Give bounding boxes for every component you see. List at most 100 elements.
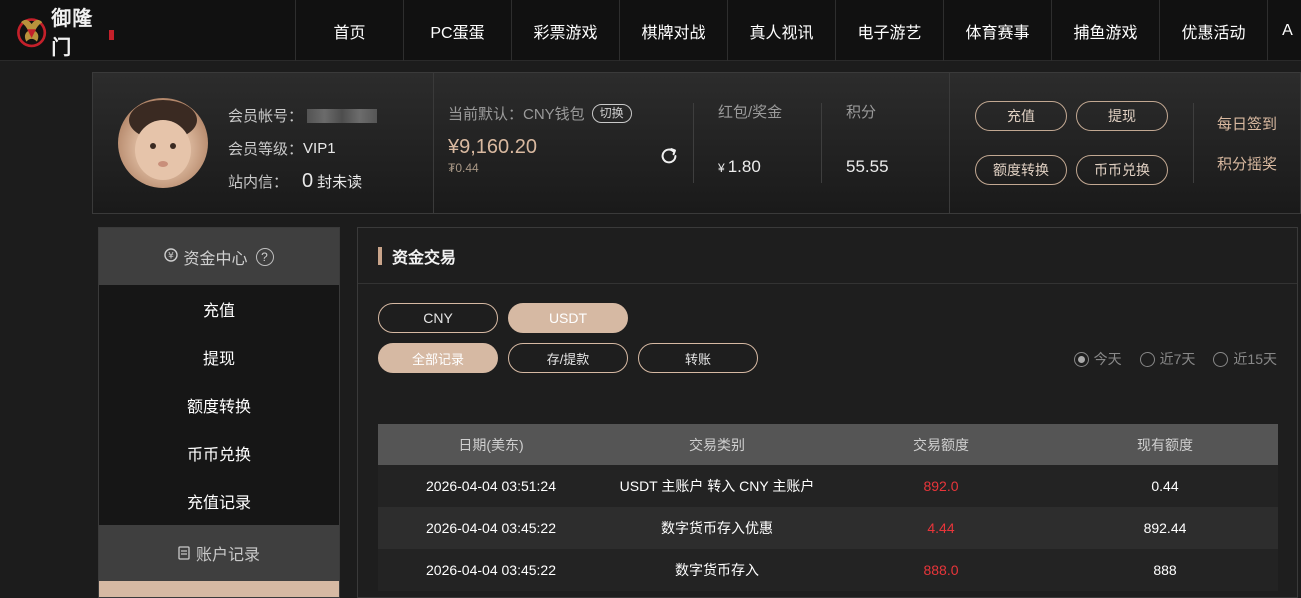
actions-divider-2 xyxy=(1193,103,1194,183)
header-balance: 现有额度 xyxy=(1137,436,1193,453)
header-date: 日期(美东) xyxy=(458,436,524,453)
bonus-value: 1.80 xyxy=(727,157,761,176)
svg-text:¥: ¥ xyxy=(169,252,175,262)
deposit-button[interactable]: 充值 xyxy=(975,101,1067,131)
points-label: 积分 xyxy=(846,104,877,121)
wallet-switch-button[interactable]: 切换 xyxy=(591,104,632,123)
table-header: 日期(美东) 交易类别 交易额度 现有额度 xyxy=(378,424,1278,465)
radio-dot xyxy=(1139,351,1155,367)
nav-item-pc-egg[interactable]: PC蛋蛋 xyxy=(403,0,511,61)
withdraw-button[interactable]: 提现 xyxy=(1076,101,1168,131)
nav-item-promotions[interactable]: 优惠活动 xyxy=(1159,0,1267,61)
cell-balance: 888 xyxy=(1153,562,1177,578)
tab-cny[interactable]: CNY xyxy=(378,303,498,333)
account-records-header: 账户记录 xyxy=(99,525,339,581)
points-value: 55.55 xyxy=(846,157,889,176)
tab-usdt[interactable]: USDT xyxy=(508,303,628,333)
wallet-amount: ¥9,160.20 xyxy=(448,136,537,158)
document-icon xyxy=(178,546,190,560)
cell-type: USDT 主账户 转入 CNY 主账户 xyxy=(619,478,815,494)
top-nav: 御隆门 首页 PC蛋蛋 彩票游戏 棋牌对战 真人视讯 电子游艺 体育赛事 捕鱼游… xyxy=(0,0,1301,61)
sidebar-item-deposit-records[interactable]: 充值记录 xyxy=(99,477,339,525)
user-info: 会员帐号： 会员等级： VIP1 站内信： 0 封未读 xyxy=(228,99,378,198)
avatar[interactable] xyxy=(118,98,208,188)
sidebar-item-exchange[interactable]: 币币兑换 xyxy=(99,429,339,477)
account-line: 会员帐号： xyxy=(228,99,378,132)
panel-divider xyxy=(433,73,434,213)
filter-all-records[interactable]: 全部记录 xyxy=(378,343,498,373)
sidebar-item-transfer[interactable]: 额度转换 xyxy=(99,381,339,429)
cell-amount: 892.0 xyxy=(923,478,959,494)
refresh-icon[interactable] xyxy=(658,145,680,167)
cell-balance: 0.44 xyxy=(1151,478,1179,494)
nav-item-sports[interactable]: 体育赛事 xyxy=(943,0,1051,61)
table-row: 2026-04-04 03:51:24 USDT 主账户 转入 CNY 主账户 … xyxy=(378,465,1278,507)
account-records-title: 账户记录 xyxy=(195,547,260,564)
fund-center-header: ¥ 资金中心 ? xyxy=(99,228,339,285)
account-label: 会员帐号： xyxy=(228,108,304,125)
nav-item-slots[interactable]: 电子游艺 xyxy=(835,0,943,61)
radio-dot xyxy=(1213,351,1229,367)
account-value-blurred xyxy=(307,108,378,123)
page-title: 资金交易 xyxy=(392,249,457,267)
header-amount: 交易额度 xyxy=(913,436,969,453)
transfer-button[interactable]: 额度转换 xyxy=(975,155,1067,185)
stats-divider-2 xyxy=(821,103,822,183)
stats-divider-1 xyxy=(693,103,694,183)
nav-menu: 首页 PC蛋蛋 彩票游戏 棋牌对战 真人视讯 电子游艺 体育赛事 捕鱼游戏 优惠… xyxy=(295,0,1301,61)
cell-date: 2026-04-04 03:45:22 xyxy=(426,520,556,536)
nav-item-more[interactable]: A xyxy=(1267,0,1301,61)
bonus-value-line: ¥1.80 xyxy=(718,157,782,177)
filter-deposit-withdraw[interactable]: 存/提款 xyxy=(508,343,628,373)
sidebar-item-active[interactable] xyxy=(99,581,339,597)
inbox-label: 站内信： xyxy=(228,174,289,191)
cell-balance: 892.44 xyxy=(1143,520,1187,536)
wallet-usdt-amount: ₮0.44 xyxy=(448,161,479,175)
level-label: 会员等级： xyxy=(228,141,304,158)
level-value: VIP1 xyxy=(303,140,336,157)
user-panel: 会员帐号： 会员等级： VIP1 站内信： 0 封未读 当前默认：CNY钱包 切… xyxy=(92,72,1301,214)
range-15days[interactable]: 近15天 xyxy=(1213,349,1277,369)
fund-center-title: 资金中心 xyxy=(183,250,248,268)
brand-logo[interactable]: 御隆门 xyxy=(14,8,114,59)
bonus-stat: 红包/奖金 ¥1.80 xyxy=(718,101,782,177)
date-range-group: 今天 近7天 近15天 xyxy=(1056,349,1277,369)
help-icon[interactable]: ? xyxy=(255,247,274,266)
main-panel: 资金交易 CNY USDT 全部记录 存/提款 转账 今天 近7天 近15天 日… xyxy=(357,227,1298,598)
dragon-logo-icon xyxy=(17,18,47,48)
wallet-label: 当前默认：CNY钱包 切换 xyxy=(448,103,632,124)
range-today-label: 今天 xyxy=(1093,351,1122,367)
inbox-line[interactable]: 站内信： 0 封未读 xyxy=(228,165,377,198)
sidebar-item-deposit[interactable]: 充值 xyxy=(99,285,339,333)
nav-item-home[interactable]: 首页 xyxy=(295,0,403,61)
points-stat: 积分 55.55 xyxy=(846,101,889,177)
unread-suffix: 封未读 xyxy=(317,174,363,191)
cell-date: 2026-04-04 03:45:22 xyxy=(426,562,556,578)
cell-date: 2026-04-04 03:51:24 xyxy=(426,478,556,494)
coin-icon: ¥ xyxy=(164,248,179,265)
unread-count: 0 xyxy=(302,170,314,192)
brand-badge-icon xyxy=(108,30,114,40)
main-header: 资金交易 xyxy=(358,228,1297,284)
nav-item-live[interactable]: 真人视讯 xyxy=(727,0,835,61)
nav-item-fishing[interactable]: 捕鱼游戏 xyxy=(1051,0,1159,61)
cell-amount: 4.44 xyxy=(927,520,955,536)
cell-type: 数字货币存入优惠 xyxy=(661,520,773,536)
bonus-label: 红包/奖金 xyxy=(718,104,783,121)
range-7days-label: 近7天 xyxy=(1159,351,1196,367)
daily-checkin-link[interactable]: 每日签到 xyxy=(1217,113,1277,134)
sidebar-item-withdraw[interactable]: 提现 xyxy=(99,333,339,381)
brand-name: 御隆门 xyxy=(51,8,94,59)
filter-transfer[interactable]: 转账 xyxy=(638,343,758,373)
points-lottery-link[interactable]: 积分摇奖 xyxy=(1217,153,1277,174)
table-row: 2026-04-04 03:45:22 数字货币存入 888.0 888 xyxy=(378,549,1278,591)
range-today[interactable]: 今天 xyxy=(1073,349,1122,369)
bonus-currency: ¥ xyxy=(718,161,725,175)
header-type: 交易类别 xyxy=(689,436,745,453)
range-15days-label: 近15天 xyxy=(1233,351,1277,367)
exchange-button[interactable]: 币币兑换 xyxy=(1076,155,1168,185)
baby-face-icon xyxy=(129,100,197,180)
nav-item-chess[interactable]: 棋牌对战 xyxy=(619,0,727,61)
range-7days[interactable]: 近7天 xyxy=(1139,349,1196,369)
nav-item-lottery[interactable]: 彩票游戏 xyxy=(511,0,619,61)
